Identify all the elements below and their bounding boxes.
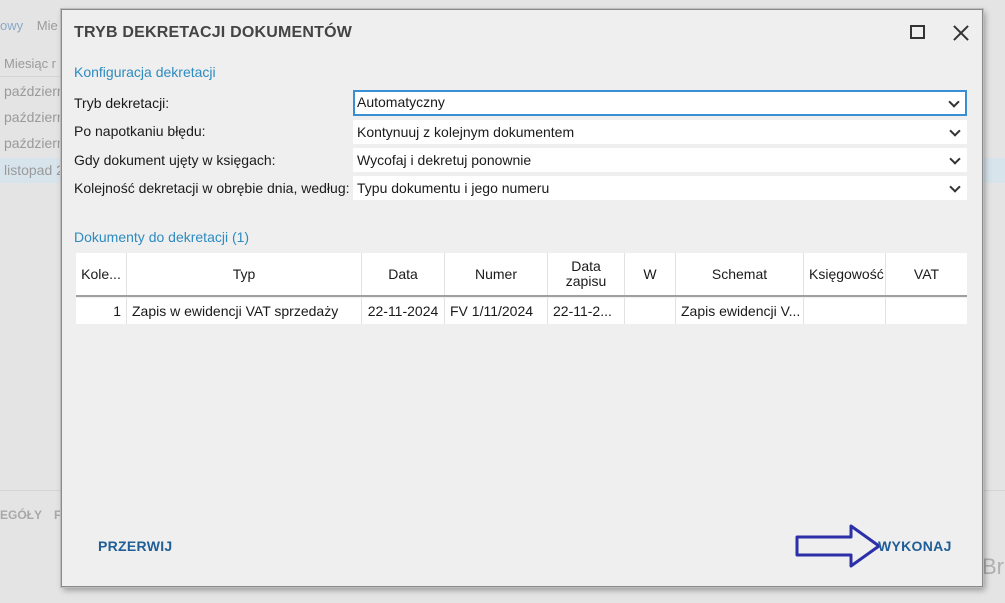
arrow-right-icon xyxy=(795,524,881,568)
cell-entry-date: 22-11-2... xyxy=(548,298,625,324)
in-books-select-value: Wycofaj i dekretuj ponownie xyxy=(357,152,532,168)
background-row: październ xyxy=(4,83,64,99)
chevron-down-icon xyxy=(949,181,961,193)
cancel-button[interactable]: PRZERWIJ xyxy=(98,538,173,554)
background-tab: Mie xyxy=(36,18,58,33)
field-label-mode: Tryb dekretacji: xyxy=(74,95,170,111)
cell-accounting xyxy=(804,298,886,324)
background-column-header: Miesiąc r xyxy=(0,52,64,77)
on-error-select-value: Kontynuuj z kolejnym dokumentem xyxy=(357,124,575,140)
cell-scheme: Zapis ewidencji V... xyxy=(676,298,804,324)
on-error-select[interactable]: Kontynuuj z kolejnym dokumentem xyxy=(353,120,967,144)
decree-mode-dialog: TRYB DEKRETACJI DOKUMENTÓW Konfiguracja … xyxy=(61,9,983,587)
background-tabs: owy Mie xyxy=(0,18,68,33)
cell-date: 22-11-2024 xyxy=(362,298,445,324)
background-tab: owy xyxy=(0,18,24,33)
background-bottom-tab: EGÓŁY xyxy=(0,508,43,522)
cell-order: 1 xyxy=(76,298,127,324)
column-header-type[interactable]: Typ xyxy=(127,253,362,295)
field-label-in-books: Gdy dokument ujęty w księgach: xyxy=(74,152,276,168)
documents-section-heading: Dokumenty do dekretacji (1) xyxy=(74,229,250,245)
execute-button[interactable]: WYKONAJ xyxy=(878,538,952,554)
table-header-row: Kole... Typ Data Numer Data zapisu W Sch… xyxy=(76,253,967,297)
cell-number: FV 1/11/2024 xyxy=(445,298,548,324)
documents-table: Kole... Typ Data Numer Data zapisu W Sch… xyxy=(76,253,967,324)
column-header-vat[interactable]: VAT xyxy=(886,253,967,295)
field-label-on-error: Po napotkaniu błędu: xyxy=(74,123,206,139)
column-header-date[interactable]: Data xyxy=(362,253,445,295)
column-header-number[interactable]: Numer xyxy=(445,253,548,295)
mode-select-value: Automatyczny xyxy=(357,94,445,110)
order-select-value: Typu dokumentu i jego numeru xyxy=(357,180,550,196)
config-section-heading: Konfiguracja dekretacji xyxy=(74,64,216,80)
mode-select[interactable]: Automatyczny xyxy=(353,90,967,116)
order-select[interactable]: Typu dokumentu i jego numeru xyxy=(353,176,967,200)
in-books-select[interactable]: Wycofaj i dekretuj ponownie xyxy=(353,148,967,172)
background-row: październ xyxy=(4,109,64,125)
background-row: październ xyxy=(4,135,64,151)
chevron-down-icon xyxy=(948,96,960,108)
column-header-entry-date[interactable]: Data zapisu xyxy=(548,253,625,295)
cell-w xyxy=(625,298,676,324)
cell-type: Zapis w ewidencji VAT sprzedaży xyxy=(127,298,362,324)
column-header-w[interactable]: W xyxy=(625,253,676,295)
chevron-down-icon xyxy=(949,153,961,165)
dialog-title: TRYB DEKRETACJI DOKUMENTÓW xyxy=(74,24,353,41)
close-icon[interactable] xyxy=(950,22,972,44)
column-header-accounting[interactable]: Księgowość xyxy=(804,253,886,295)
chevron-down-icon xyxy=(949,125,961,137)
background-corner-text: Br xyxy=(982,554,1004,579)
column-header-scheme[interactable]: Schemat xyxy=(676,253,804,295)
column-header-order[interactable]: Kole... xyxy=(76,253,127,295)
table-row[interactable]: 1 Zapis w ewidencji VAT sprzedaży 22-11-… xyxy=(76,298,967,324)
maximize-icon[interactable] xyxy=(910,25,925,39)
field-label-order: Kolejność dekretacji w obrębie dnia, wed… xyxy=(74,180,350,196)
cell-vat xyxy=(886,298,967,324)
